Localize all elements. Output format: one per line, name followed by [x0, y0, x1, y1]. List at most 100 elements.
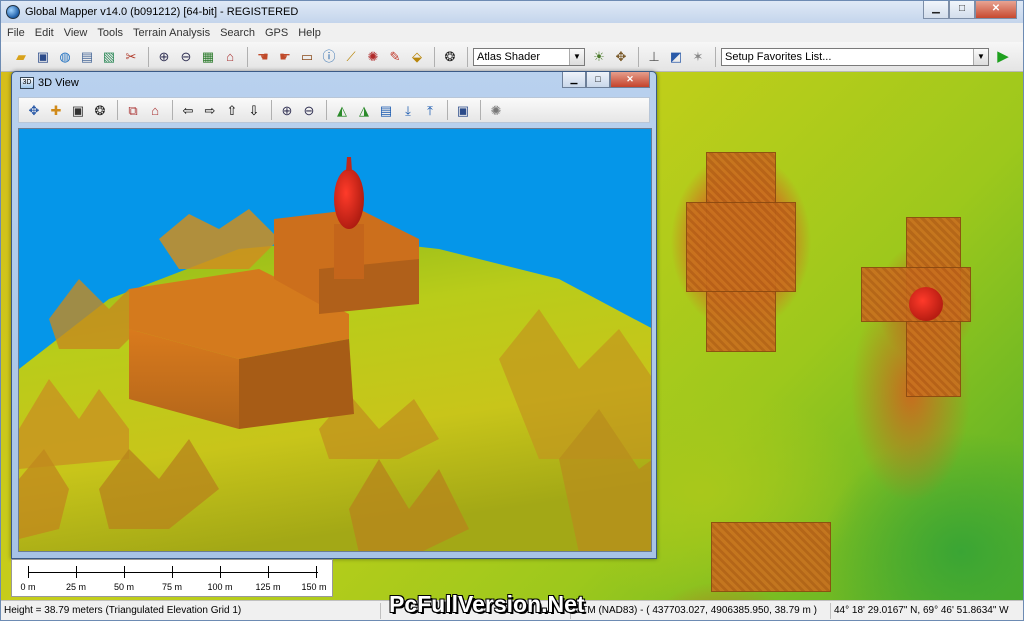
window-icon[interactable]: ▣ [68, 100, 88, 120]
arrow-up-icon[interactable]: ⇧ [222, 100, 242, 120]
arrow-right-icon[interactable]: ⇨ [200, 100, 220, 120]
pointer-tool-icon[interactable]: ☛ [275, 47, 295, 67]
3d-view-titlebar[interactable]: 3D 3D View ▁ □ ✕ [12, 72, 656, 94]
scale-tick [172, 566, 173, 578]
view-shed-icon[interactable]: ✺ [363, 47, 383, 67]
water-down-icon[interactable]: ⤓ [398, 100, 418, 120]
fly-through-icon[interactable]: ✶ [688, 47, 708, 67]
menu-view[interactable]: View [64, 27, 88, 39]
main-toolbar: ▰ ▣ ◍ ▤ ▧ ✂ ⊕ ⊖ ▦ ⌂ ☚ ☛ ▭ ⓘ ⟋ ✺ ✎ ⬙ ❂ At… [1, 42, 1023, 72]
zoom-in-icon[interactable]: ⊕ [154, 47, 174, 67]
toolbar-separator [271, 100, 272, 120]
menu-edit[interactable]: Edit [35, 27, 54, 39]
menu-gps[interactable]: GPS [265, 27, 288, 39]
image-swipe-icon[interactable]: ⬙ [407, 47, 427, 67]
toolbar-separator [638, 46, 639, 67]
dome-spire [346, 157, 352, 171]
terrain-wire-icon[interactable]: ◮ [354, 100, 374, 120]
scale-tick [220, 566, 221, 578]
chevron-down-icon[interactable]: ▼ [973, 48, 988, 65]
status-utm: UTM (NAD83) - ( 437703.027, 4906385.950,… [571, 602, 831, 619]
toolbar-separator [467, 46, 468, 67]
3d-view-toolbar: ✥ ✚ ▣ ❂ ⧉ ⌂ ⇦ ⇨ ⇧ ⇩ ⊕ ⊖ ◭ ◮ ▤ ⤓ ⤒ ▣ ✺ [18, 97, 650, 123]
pan-icon[interactable]: ✚ [46, 100, 66, 120]
3d-view-window: 3D 3D View ▁ □ ✕ ✥ ✚ ▣ ❂ ⧉ ⌂ ⇦ ⇨ ⇧ ⇩ ⊕ ⊖ [11, 71, 657, 559]
shader-select-value: Atlas Shader [477, 50, 540, 63]
menu-search[interactable]: Search [220, 27, 255, 39]
3d-terrain-viewport[interactable] [18, 128, 652, 552]
map-building-west-wing [686, 202, 796, 292]
vertical-exaggeration-icon[interactable]: ⊥ [644, 47, 664, 67]
3d-view-minimize-button[interactable]: ▁ [562, 72, 586, 88]
config-tools-icon[interactable]: ✂ [121, 47, 141, 67]
scale-tick [268, 566, 269, 578]
toolbar-separator [434, 46, 435, 67]
arrow-left-icon[interactable]: ⇦ [178, 100, 198, 120]
layer-control-icon[interactable]: ▤ [77, 47, 97, 67]
menu-tools[interactable]: Tools [97, 27, 123, 39]
dome [334, 169, 364, 229]
map-building-south [711, 522, 831, 592]
copy-icon[interactable]: ⧉ [123, 100, 143, 120]
run-favorite-icon[interactable]: ▶ [993, 47, 1013, 67]
measure-tool-icon[interactable]: ▭ [297, 47, 317, 67]
toolbar-separator [148, 46, 149, 67]
web-globe-icon[interactable]: ◍ [55, 47, 75, 67]
scale-tick [316, 566, 317, 578]
3d-view-icon: 3D [20, 77, 34, 89]
save-icon[interactable]: ▣ [33, 47, 53, 67]
shader-settings-icon[interactable]: ☀ [589, 47, 609, 67]
scale-label: 0 m [20, 582, 36, 592]
zoom-in-icon[interactable]: ⊕ [277, 100, 297, 120]
binoculars-icon[interactable]: ❂ [90, 100, 110, 120]
digitizer-icon[interactable]: ✎ [385, 47, 405, 67]
scale-tick [124, 566, 125, 578]
feature-info-icon[interactable]: ⓘ [319, 47, 339, 67]
scale-tick [76, 566, 77, 578]
toolbar-separator [326, 100, 327, 120]
scale-label: 75 m [161, 582, 182, 592]
3d-terrain-render [19, 157, 651, 551]
home-icon[interactable]: ⌂ [145, 100, 165, 120]
water-up-icon[interactable]: ⤒ [420, 100, 440, 120]
toolbar-separator [480, 100, 481, 120]
toolbar-separator [447, 100, 448, 120]
window-controls: ▁ □ ✕ [923, 1, 1017, 19]
menu-file[interactable]: File [7, 27, 25, 39]
settings-icon[interactable]: ✺ [486, 100, 506, 120]
terrain-texture-icon[interactable]: ◭ [332, 100, 352, 120]
minimize-button[interactable]: ▁ [923, 1, 949, 19]
arrow-down-icon[interactable]: ⇩ [244, 100, 264, 120]
map-dome [909, 287, 943, 321]
home-icon[interactable]: ⌂ [220, 47, 240, 67]
3d-view-icon[interactable]: ◩ [666, 47, 686, 67]
shader-select[interactable]: Atlas Shader ▼ [473, 47, 585, 66]
menu-terrain-analysis[interactable]: Terrain Analysis [133, 27, 210, 39]
water-level-icon[interactable]: ▤ [376, 100, 396, 120]
favorites-select[interactable]: Setup Favorites List... ▼ [721, 47, 989, 66]
save-icon[interactable]: ▣ [453, 100, 473, 120]
rotate-icon[interactable]: ✥ [24, 100, 44, 120]
chevron-down-icon[interactable]: ▼ [569, 48, 584, 65]
scale-label: 150 m [301, 582, 327, 592]
close-button[interactable]: ✕ [975, 1, 1017, 19]
zoom-out-icon[interactable]: ⊖ [176, 47, 196, 67]
overlay-icon[interactable]: ▧ [99, 47, 119, 67]
3d-view-close-button[interactable]: ✕ [610, 72, 650, 88]
maximize-button[interactable]: □ [949, 1, 975, 19]
open-folder-icon[interactable]: ▰ [11, 47, 31, 67]
3d-view-maximize-button[interactable]: □ [586, 72, 610, 88]
scale-tick [28, 566, 29, 578]
path-profile-icon[interactable]: ⟋ [341, 47, 361, 67]
binoculars-icon[interactable]: ❂ [440, 47, 460, 67]
toolbar-separator [117, 100, 118, 120]
favorites-select-value: Setup Favorites List... [725, 50, 832, 63]
pan-tool-icon[interactable]: ☚ [253, 47, 273, 67]
scale-line [28, 572, 318, 573]
lighting-icon[interactable]: ✥ [611, 47, 631, 67]
status-height: Height = 38.79 meters (Triangulated Elev… [1, 602, 381, 619]
zoom-out-icon[interactable]: ⊖ [299, 100, 319, 120]
scale-label: 50 m [113, 582, 134, 592]
menu-help[interactable]: Help [298, 27, 321, 39]
zoom-full-icon[interactable]: ▦ [198, 47, 218, 67]
